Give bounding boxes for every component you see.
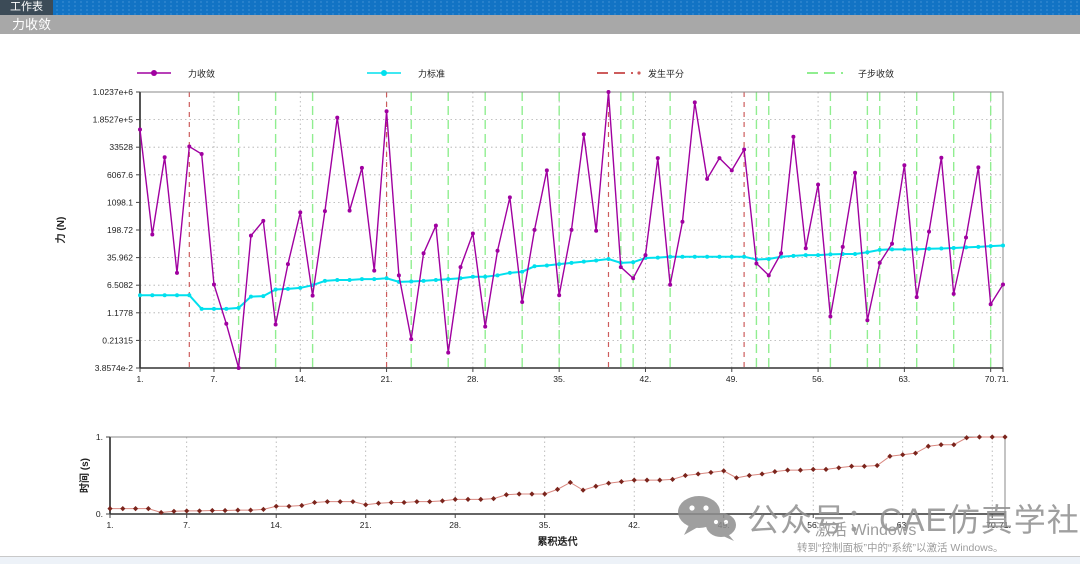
legend-sample-icon [135, 67, 183, 79]
legend-label: 力标准 [418, 67, 445, 80]
svg-text:35.962: 35.962 [107, 253, 133, 263]
svg-text:71.: 71. [997, 374, 1009, 384]
svg-text:6067.6: 6067.6 [107, 170, 133, 180]
svg-text:21.: 21. [381, 374, 393, 384]
legend-sample-icon [595, 67, 643, 79]
svg-text:198.72: 198.72 [107, 225, 133, 235]
legend-item-1: 力标准 [365, 66, 445, 80]
svg-text:0.: 0. [96, 509, 103, 519]
convergence-charts: 1.0237e+6 1.8527e+5 33528 6067.6 1098.1 198.7… [0, 0, 1080, 564]
activate-windows-text: 激活 Windows [815, 516, 916, 540]
bottom-strip [0, 556, 1080, 564]
svg-text:6.5082: 6.5082 [107, 280, 133, 290]
svg-text:1098.1: 1098.1 [107, 197, 133, 207]
legend-label: 子步收敛 [858, 67, 894, 80]
chart-legend: 力收敛 力标准 发生平分 子步收敛 [0, 66, 1080, 82]
svg-text:35.: 35. [553, 374, 565, 384]
legend-item-2: 发生平分 [595, 66, 684, 80]
svg-text:35.: 35. [539, 520, 551, 530]
legend-item-0: 力收敛 [135, 66, 215, 80]
svg-text:70.: 70. [986, 520, 998, 530]
page-title: 力收敛 [0, 15, 51, 34]
svg-text:14.: 14. [294, 374, 306, 384]
legend-item-3: 子步收敛 [805, 66, 894, 80]
svg-text:7.: 7. [210, 374, 217, 384]
svg-text:0.21315: 0.21315 [102, 335, 133, 345]
svg-text:49.: 49. [726, 374, 738, 384]
svg-text:7.: 7. [183, 520, 190, 530]
svg-text:49.: 49. [718, 520, 730, 530]
svg-text:1.1778: 1.1778 [107, 308, 133, 318]
svg-text:3.8574e-2: 3.8574e-2 [95, 363, 134, 373]
svg-text:1.: 1. [136, 374, 143, 384]
time-chart-ylabel: 时间 (s) [78, 458, 91, 493]
svg-text:28.: 28. [449, 520, 461, 530]
svg-text:42.: 42. [628, 520, 640, 530]
svg-text:28.: 28. [467, 374, 479, 384]
svg-text:33528: 33528 [109, 142, 133, 152]
svg-text:21.: 21. [360, 520, 372, 530]
legend-label: 力收敛 [188, 67, 215, 80]
svg-text:56.: 56. [812, 374, 824, 384]
main-chart-ylabel: 力 (N) [54, 217, 67, 244]
worksheet-tab-bar: 工作表 [0, 0, 1080, 15]
svg-text:71.: 71. [999, 520, 1011, 530]
activate-windows-hint: 转到“控制面板”中的“系统”以激活 Windows。 [797, 540, 1004, 555]
legend-sample-icon [365, 67, 413, 79]
legend-sample-icon [805, 67, 853, 79]
svg-text:1.: 1. [96, 432, 103, 442]
svg-text:70.: 70. [985, 374, 997, 384]
tab-worksheet[interactable]: 工作表 [0, 0, 53, 15]
time-chart-xlabel: 累积迭代 [538, 535, 578, 548]
chart-title-bar: 力收敛 [0, 15, 1080, 34]
app-window: 1.0237e+6 1.8527e+5 33528 6067.6 1098.1 198.7… [0, 0, 1080, 564]
time-series [110, 437, 1005, 512]
svg-text:1.: 1. [106, 520, 113, 530]
svg-text:63.: 63. [898, 374, 910, 384]
svg-text:1.0237e+6: 1.0237e+6 [93, 87, 134, 97]
svg-text:1.8527e+5: 1.8527e+5 [93, 115, 134, 125]
svg-text:42.: 42. [640, 374, 652, 384]
legend-label: 发生平分 [648, 67, 684, 80]
svg-text:14.: 14. [270, 520, 282, 530]
